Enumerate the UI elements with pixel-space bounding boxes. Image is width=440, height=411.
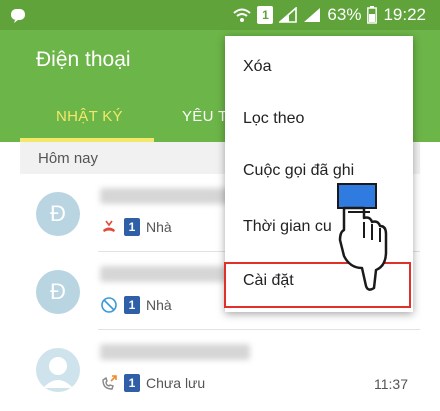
signal-icon [304, 8, 321, 22]
call-details: 1 Nhà [100, 296, 172, 314]
battery-icon [367, 6, 378, 24]
app-title: Điện thoại [36, 48, 131, 71]
sim-badge: 1 [124, 374, 140, 392]
section-label: Hôm nay [38, 150, 99, 167]
clock: 19:22 [383, 5, 426, 24]
sim-badge: 1 [124, 218, 140, 236]
call-details: 1 Nhà [100, 218, 172, 236]
signal-icon [279, 7, 298, 23]
call-row[interactable]: 1 Chưa lưu 11:37 [20, 330, 420, 411]
person-icon [43, 357, 73, 388]
line-app-icon [11, 9, 25, 23]
tab-favorites[interactable]: YÊU T [182, 108, 227, 125]
call-label: Chưa lưu [146, 375, 206, 391]
call-label: Nhà [146, 297, 172, 313]
sim-indicator: 1 [257, 6, 274, 24]
call-time: 11:37 [374, 376, 408, 392]
rejected-call-icon [101, 297, 117, 313]
status-bar: 1 63% 19:22 [0, 0, 440, 30]
pointing-hand-icon [337, 183, 388, 291]
wifi-icon [233, 8, 252, 22]
contact-name-blurred [100, 344, 250, 360]
battery-percent: 63% [327, 5, 362, 24]
menu-item-delete[interactable]: Xóa [225, 40, 413, 94]
call-label: Nhà [146, 219, 172, 235]
menu-item-filter[interactable]: Lọc theo [225, 92, 413, 146]
missed-call-icon [103, 220, 115, 232]
avatar: Đ [36, 270, 80, 314]
sim-badge: 1 [124, 296, 140, 314]
avatar: Đ [36, 192, 80, 236]
tab-log[interactable]: NHẬT KÝ [56, 108, 123, 125]
call-details: 1 Chưa lưu [100, 374, 205, 392]
outgoing-call-icon [102, 375, 117, 390]
avatar [36, 348, 80, 392]
